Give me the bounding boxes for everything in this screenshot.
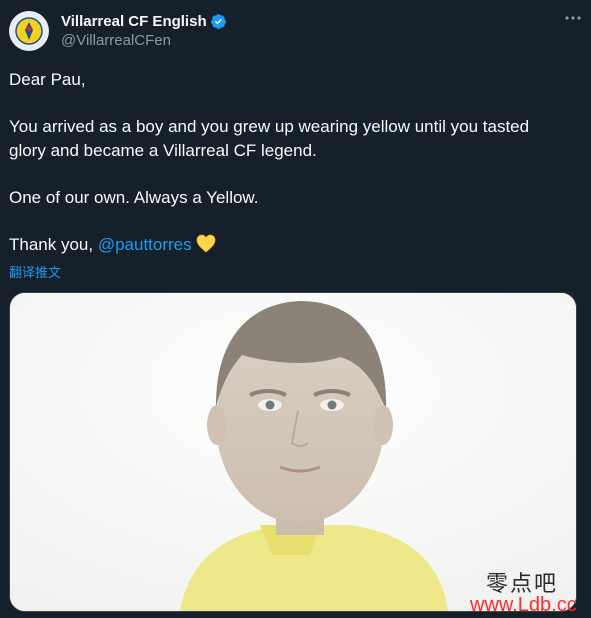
tweet-text: Dear Pau, You arrived as a boy and you g… (9, 68, 569, 257)
more-options-button[interactable] (563, 8, 583, 28)
tweet-photo[interactable] (9, 292, 577, 612)
display-name[interactable]: Villarreal CF English (61, 13, 207, 30)
yellow-heart-icon (196, 234, 216, 253)
mention-link[interactable]: @pauttorres (98, 235, 192, 254)
more-horizontal-icon (565, 16, 581, 20)
avatar[interactable] (9, 11, 49, 51)
translate-tweet-link[interactable]: 翻译推文 (9, 262, 61, 281)
villarreal-crest-icon (15, 17, 43, 45)
tweet-line-3: One of our own. Always a Yellow. (9, 188, 259, 207)
account-handle[interactable]: @VillarrealCFen (61, 32, 227, 49)
tweet-line-2: You arrived as a boy and you grew up wea… (9, 117, 530, 160)
verified-badge-icon (210, 14, 226, 29)
tweet-line-4: Thank you, @pauttorres (9, 233, 569, 257)
watermark-url-text: www.Ldb.cc (470, 594, 577, 616)
thank-you-text: Thank you, (9, 235, 98, 254)
tweet-header: Villarreal CF English @VillarrealCFen (9, 9, 579, 53)
tweet-line-1: Dear Pau, (9, 70, 86, 89)
boy-portrait-photo (10, 293, 576, 611)
